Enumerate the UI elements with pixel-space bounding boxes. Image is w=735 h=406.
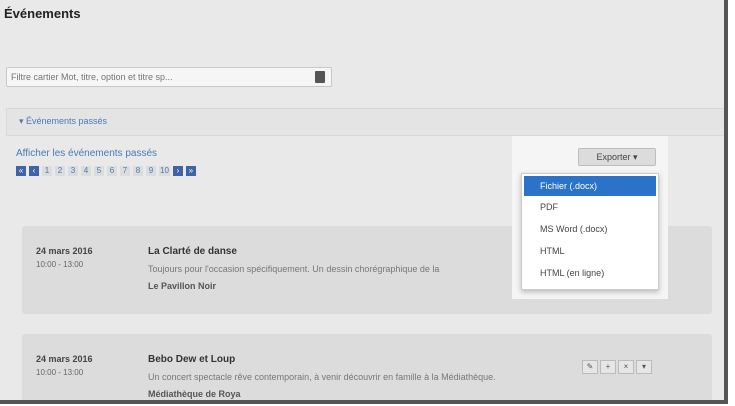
export-option[interactable]: HTML (en ligne) [522, 262, 658, 284]
export-menu: Fichier (.docx) PDF MS Word (.docx) HTML… [521, 173, 659, 290]
event-description: Un concert spectacle rêve contemporain, … [148, 372, 496, 382]
export-option[interactable]: HTML [522, 240, 658, 262]
pagination: « ‹ 1 2 3 4 5 6 7 8 9 10 › » [16, 166, 196, 176]
close-icon[interactable]: × [618, 360, 634, 374]
event-time: 10:00 - 13:00 [36, 260, 84, 269]
pagination-page[interactable]: 6 [107, 166, 117, 176]
pagination-page[interactable]: 8 [133, 166, 143, 176]
past-events-panel: ▾ Événements passés [6, 108, 724, 136]
pagination-page[interactable]: 3 [68, 166, 78, 176]
event-title[interactable]: Bebo Dew et Loup [148, 354, 235, 365]
search-input[interactable] [7, 68, 305, 86]
pagination-first[interactable]: « [16, 166, 26, 176]
pagination-last[interactable]: » [185, 166, 196, 176]
event-time: 10:00 - 13:00 [36, 368, 84, 377]
event-date: 24 mars 2016 [36, 354, 93, 364]
export-option[interactable]: PDF [522, 196, 658, 218]
export-button[interactable]: Exporter ▾ [578, 148, 656, 166]
search-bar [6, 67, 332, 87]
pagination-page[interactable]: 7 [120, 166, 130, 176]
pagination-page[interactable]: 1 [42, 166, 52, 176]
export-option[interactable]: MS Word (.docx) [522, 218, 658, 240]
add-icon[interactable]: + [600, 360, 616, 374]
search-icon[interactable] [315, 71, 325, 83]
pagination-prev[interactable]: ‹ [29, 166, 39, 176]
event-date: 24 mars 2016 [36, 246, 93, 256]
edit-icon[interactable]: ✎ [582, 360, 598, 374]
pagination-page[interactable]: 5 [94, 166, 104, 176]
event-venue[interactable]: Médiathèque de Roya [148, 389, 241, 399]
event-venue[interactable]: Le Pavillon Noir [148, 281, 216, 291]
page-title: Événements [4, 6, 81, 21]
app-frame: Événements ▾ Événements passés Afficher … [0, 0, 728, 404]
show-past-events-link[interactable]: Afficher les événements passés [16, 148, 157, 159]
chevron-down-icon[interactable]: ▾ [636, 360, 652, 374]
pagination-page[interactable]: 2 [55, 166, 65, 176]
past-events-toggle[interactable]: ▾ Événements passés [19, 116, 107, 127]
pagination-next[interactable]: › [172, 166, 183, 176]
pagination-page[interactable]: 4 [81, 166, 91, 176]
event-description: Toujours pour l'occasion spécifiquement.… [148, 264, 440, 274]
event-card[interactable]: 24 mars 2016 10:00 - 13:00 Bebo Dew et L… [22, 334, 712, 400]
pagination-page[interactable]: 9 [146, 166, 156, 176]
event-title[interactable]: La Clarté de danse [148, 246, 237, 257]
event-actions: ✎ + × ▾ [582, 360, 652, 374]
export-option[interactable]: Fichier (.docx) [524, 176, 656, 196]
pagination-page[interactable]: 10 [159, 166, 170, 176]
